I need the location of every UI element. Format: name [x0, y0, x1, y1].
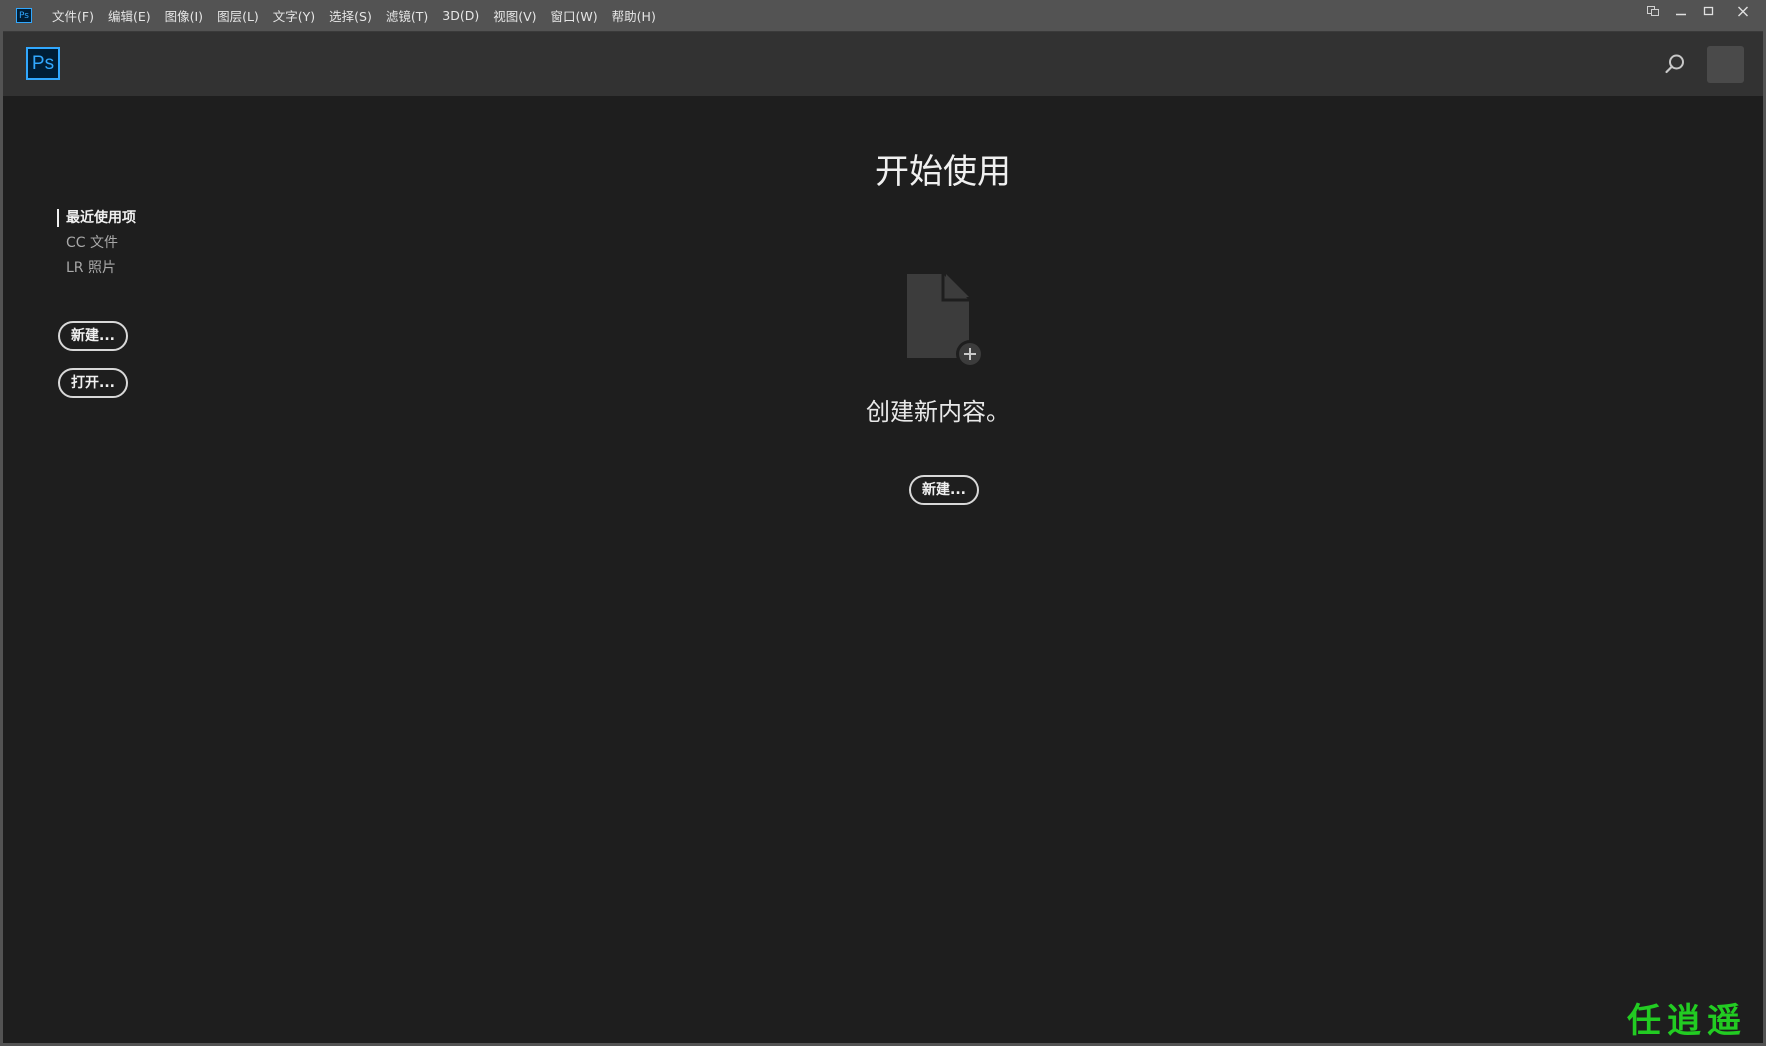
maximize-icon[interactable] — [1695, 0, 1723, 22]
ps-logo[interactable]: Ps — [26, 47, 60, 80]
nav-item-lr-photos[interactable]: LR 照片 — [57, 258, 136, 283]
watermark-logo: 任逍遥 — [1625, 996, 1765, 1041]
arrange-icon[interactable] — [1639, 0, 1667, 22]
menu-bar: Ps 文件(F) 编辑(E) 图像(I) 图层(L) 文字(Y) 选择(S) 滤… — [3, 0, 1763, 32]
svg-text:任逍遥: 任逍遥 — [1627, 1001, 1747, 1040]
minimize-icon[interactable] — [1667, 0, 1695, 22]
menu-image[interactable]: 图像(I) — [165, 6, 203, 25]
menu-file[interactable]: 文件(F) — [52, 6, 94, 25]
search-icon[interactable] — [1660, 49, 1690, 79]
menu-select[interactable]: 选择(S) — [329, 6, 372, 25]
menu-view[interactable]: 视图(V) — [493, 6, 536, 25]
close-icon[interactable] — [1723, 0, 1763, 22]
menu-edit[interactable]: 编辑(E) — [108, 6, 151, 25]
photoshop-window: Ps 文件(F) 编辑(E) 图像(I) 图层(L) 文字(Y) 选择(S) 滤… — [0, 0, 1766, 1046]
new-document-icon — [903, 272, 987, 368]
menu-list: 文件(F) 编辑(E) 图像(I) 图层(L) 文字(Y) 选择(S) 滤镜(T… — [52, 0, 670, 31]
empty-state-text: 创建新内容。 — [866, 398, 1010, 426]
main-new-button[interactable]: 新建... — [909, 475, 979, 505]
window-controls — [1639, 0, 1763, 22]
sidebar-nav: 最近使用项 CC 文件 LR 照片 — [57, 208, 136, 283]
nav-item-cc-files[interactable]: CC 文件 — [57, 233, 136, 258]
menu-filter[interactable]: 滤镜(T) — [386, 6, 428, 25]
ps-app-icon[interactable]: Ps — [16, 8, 32, 23]
user-avatar[interactable] — [1707, 46, 1744, 83]
menu-3d[interactable]: 3D(D) — [442, 8, 479, 23]
header-bar: Ps — [3, 32, 1763, 96]
menu-window[interactable]: 窗口(W) — [551, 6, 598, 25]
menu-help[interactable]: 帮助(H) — [612, 6, 656, 25]
page-title: 开始使用 — [875, 152, 1011, 192]
nav-item-recent[interactable]: 最近使用项 — [57, 208, 136, 233]
sidebar-open-button[interactable]: 打开... — [58, 368, 128, 398]
sidebar-new-button[interactable]: 新建... — [58, 321, 128, 351]
menu-type[interactable]: 文字(Y) — [273, 6, 315, 25]
menu-layer[interactable]: 图层(L) — [217, 6, 259, 25]
